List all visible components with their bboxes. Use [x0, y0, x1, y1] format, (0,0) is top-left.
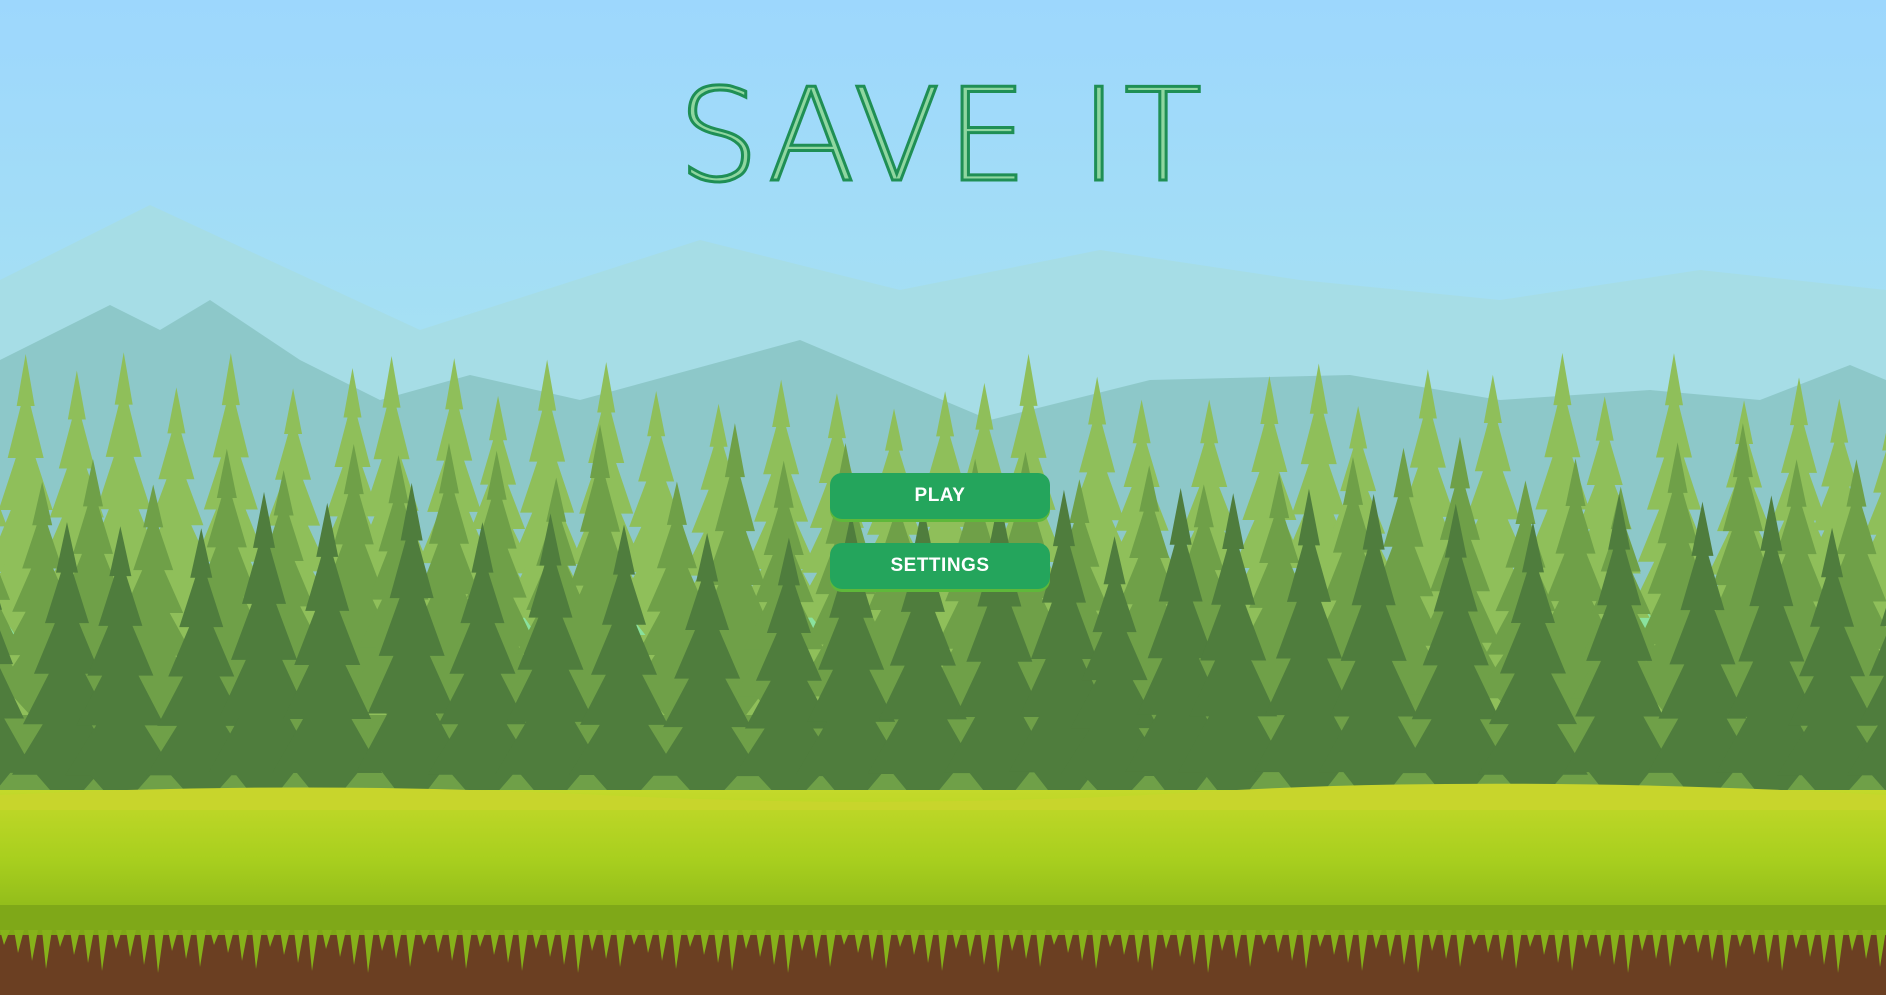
- game-title-logo: SAVE IT: [676, 61, 1209, 213]
- settings-button[interactable]: SETTINGS: [830, 543, 1050, 589]
- play-button[interactable]: PLAY: [830, 473, 1050, 519]
